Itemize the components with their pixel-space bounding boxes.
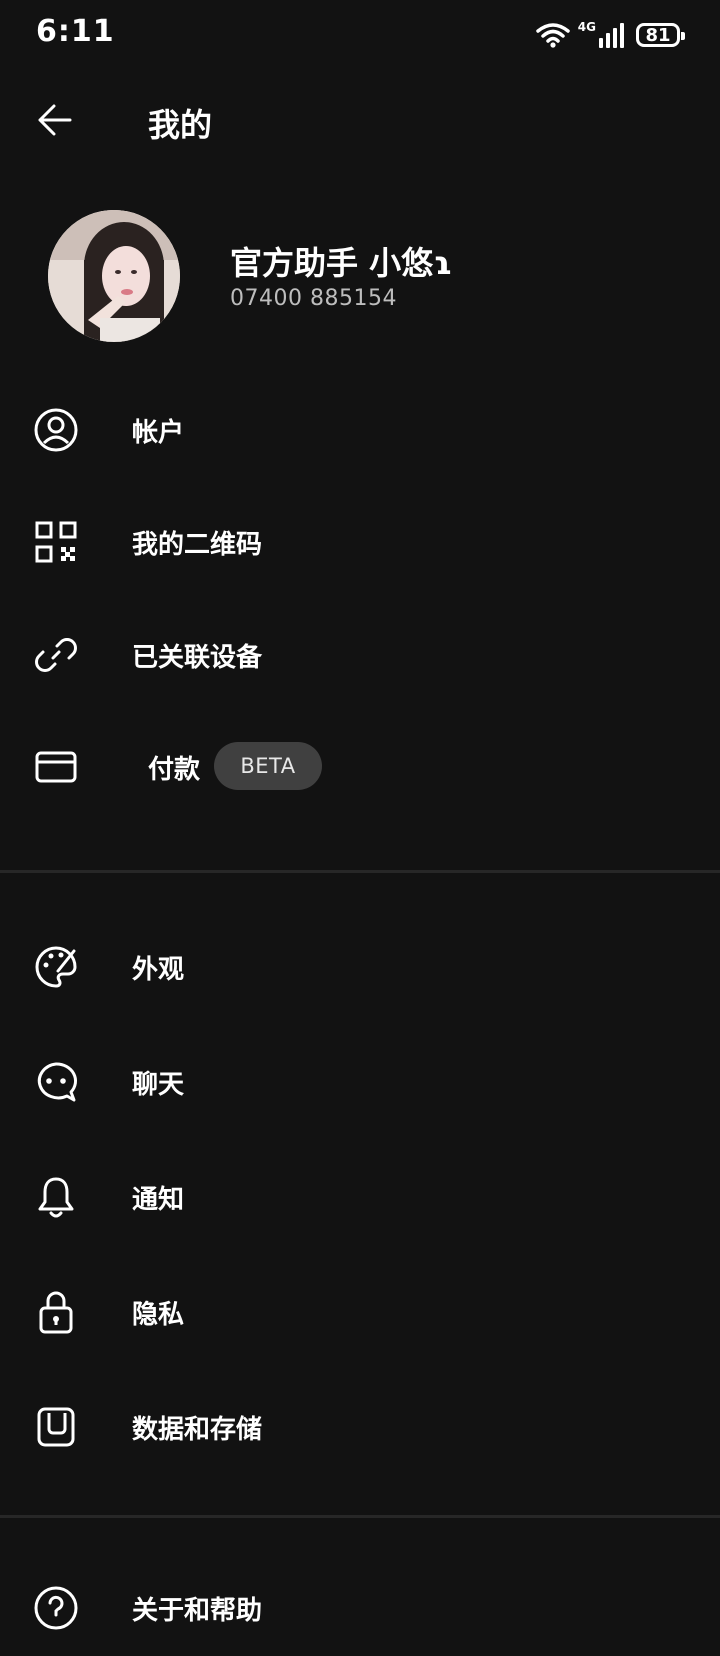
status-icons: 4G 81 bbox=[536, 18, 685, 52]
menu-label-chats: 聊天 bbox=[132, 1070, 185, 1100]
menu-label-account: 帐户 bbox=[132, 418, 185, 448]
network-type: 4G bbox=[577, 20, 596, 34]
back-button[interactable] bbox=[28, 96, 84, 144]
menu-label-privacy: 隐私 bbox=[132, 1300, 185, 1330]
menu-label-notifications: 通知 bbox=[132, 1185, 185, 1215]
menu-label-qr-code: 我的二维码 bbox=[132, 530, 263, 560]
status-bar: 6:11 4G 81 bbox=[0, 0, 720, 70]
profile-phone: 07400 885154 bbox=[230, 286, 397, 311]
lock-icon bbox=[39, 1291, 73, 1334]
menu-label-data-storage: 数据和存储 bbox=[132, 1415, 263, 1445]
wifi-icon bbox=[536, 23, 570, 48]
menu-item-account[interactable]: 帐户 bbox=[0, 378, 720, 478]
palette-icon bbox=[35, 946, 77, 988]
storage-icon bbox=[37, 1407, 75, 1447]
status-time: 6:11 bbox=[36, 14, 115, 49]
bell-icon bbox=[38, 1177, 74, 1218]
avatar[interactable] bbox=[48, 210, 180, 342]
menu-label-appearance: 外观 bbox=[132, 955, 185, 985]
profile-card[interactable]: 官方助手 小悠ɿ 07400 885154 bbox=[0, 200, 720, 350]
beta-badge: BETA bbox=[214, 742, 322, 790]
header: 我的 bbox=[0, 78, 720, 164]
profile-name: 官方助手 小悠ɿ bbox=[230, 244, 453, 282]
battery-indicator: 81 bbox=[636, 23, 685, 47]
qr-code-icon bbox=[35, 521, 77, 563]
menu-item-privacy[interactable]: 隐私 bbox=[0, 1260, 720, 1360]
menu-item-linked-devices[interactable]: 已关联设备 bbox=[0, 603, 720, 703]
menu-item-help[interactable]: 关于和帮助 bbox=[0, 1556, 720, 1656]
section-divider bbox=[0, 870, 720, 873]
battery-level: 81 bbox=[645, 24, 671, 46]
page-title: 我的 bbox=[148, 106, 213, 144]
section-divider bbox=[0, 1515, 720, 1518]
signal-icon bbox=[599, 23, 624, 48]
menu-item-data-storage[interactable]: 数据和存储 bbox=[0, 1375, 720, 1475]
person-circle-icon bbox=[34, 408, 78, 452]
menu-item-qr-code[interactable]: 我的二维码 bbox=[0, 490, 720, 590]
chat-bubble-icon bbox=[37, 1062, 78, 1102]
arrow-left-icon bbox=[38, 104, 72, 136]
help-circle-icon bbox=[34, 1586, 78, 1630]
link-icon bbox=[35, 638, 77, 672]
menu-label-payments: 付款 bbox=[148, 755, 201, 785]
avatar-image bbox=[48, 210, 180, 342]
menu-item-notifications[interactable]: 通知 bbox=[0, 1145, 720, 1245]
menu-label-help: 关于和帮助 bbox=[132, 1596, 263, 1626]
menu-item-appearance[interactable]: 外观 bbox=[0, 915, 720, 1015]
menu-item-chats[interactable]: 聊天 bbox=[0, 1030, 720, 1130]
menu-item-payments[interactable]: 付款 BETA bbox=[0, 715, 720, 815]
credit-card-icon bbox=[35, 751, 77, 783]
menu-label-linked-devices: 已关联设备 bbox=[132, 643, 263, 673]
